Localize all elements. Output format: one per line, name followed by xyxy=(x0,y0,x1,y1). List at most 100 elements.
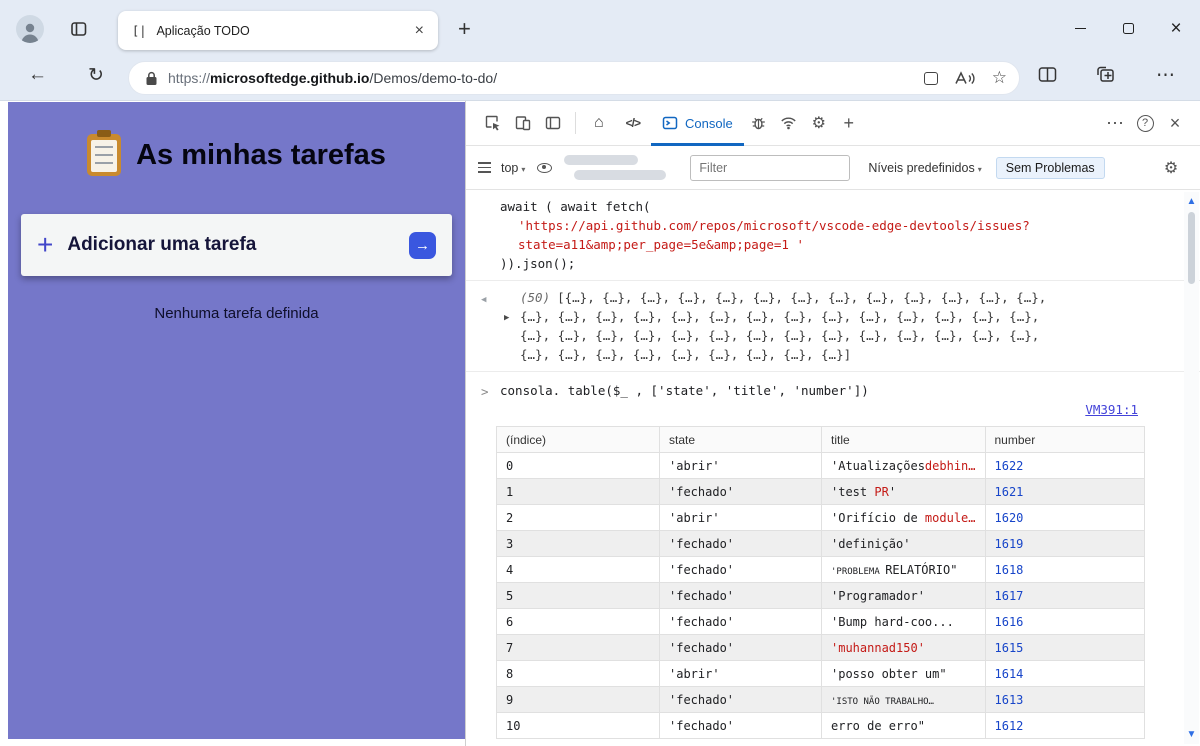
column-header-index[interactable]: (índice) xyxy=(496,426,660,453)
tab-close-icon[interactable]: × xyxy=(413,22,426,40)
cell-index: 10 xyxy=(496,712,660,739)
tab-title: Aplicação TODO xyxy=(156,23,250,38)
panel-layout-icon[interactable] xyxy=(538,107,568,139)
minimize-button[interactable] xyxy=(1056,0,1104,57)
toolbar-divider xyxy=(575,112,576,134)
close-devtools-icon[interactable]: × xyxy=(1160,107,1190,139)
console-settings-gear-icon[interactable]: ⚙ xyxy=(1156,152,1186,184)
console-sidebar-icon[interactable] xyxy=(478,162,491,173)
sources-icon: </> xyxy=(625,116,641,130)
title-segment: ' xyxy=(888,484,897,499)
todo-app-panel: As minhas tarefas + Adicionar uma tarefa… xyxy=(8,102,465,739)
title-segment: 'Bump hard-coo... xyxy=(831,614,954,629)
help-glyph: ? xyxy=(1136,114,1154,132)
cell-number: 1620 xyxy=(984,504,1145,531)
split-screen-icon[interactable] xyxy=(1038,66,1057,88)
cell-state: 'fechado' xyxy=(659,712,822,739)
cell-state: 'fechado' xyxy=(659,478,822,505)
page-box-icon[interactable] xyxy=(923,71,938,85)
cell-number: 1613 xyxy=(984,686,1145,713)
back-button[interactable]: ← xyxy=(28,64,47,86)
add-task-button[interactable]: + Adicionar uma tarefa → xyxy=(21,214,452,276)
table-row: 9'fechado' 'ISTO NÃO TRABALHO… 1613 xyxy=(496,686,1145,713)
browser-tab-strip: [| Aplicação TODO × + × xyxy=(0,0,1200,57)
filter-input[interactable] xyxy=(690,154,851,181)
cell-index: 0 xyxy=(496,452,660,479)
app-title: As minhas tarefas xyxy=(136,138,386,171)
close-window-button[interactable]: × xyxy=(1152,0,1200,57)
settings-gear-icon[interactable]: ⚙ xyxy=(804,107,834,139)
scroll-down-icon[interactable]: ▼ xyxy=(1187,729,1197,740)
collections-icon[interactable] xyxy=(1096,66,1115,88)
issues-table-body: 0'abrir' 'Atualizaçõesdebhin… 1622 1'fechad… xyxy=(496,452,1145,739)
tab-sources[interactable]: </> xyxy=(615,101,651,146)
help-icon[interactable]: ? xyxy=(1130,107,1160,139)
cell-state: 'fechado' xyxy=(659,686,822,713)
new-tab-button[interactable]: + xyxy=(458,16,471,42)
device-toolbar-icon[interactable] xyxy=(508,107,538,139)
expand-triangle-icon[interactable]: ▶ xyxy=(504,309,509,328)
inspect-element-icon[interactable] xyxy=(478,107,508,139)
maximize-button[interactable] xyxy=(1104,0,1152,57)
title-segment: 'posso obter um" xyxy=(831,666,947,681)
column-header-title[interactable]: title xyxy=(821,426,986,453)
source-link[interactable]: VM391:1 xyxy=(1085,402,1138,417)
issues-button[interactable]: Sem Problemas xyxy=(995,156,1105,179)
console-command: await ( await fetch( 'https://api.github… xyxy=(466,190,1200,281)
cell-state: 'abrir' xyxy=(659,452,822,479)
title-segment: 'PROBLEMA xyxy=(831,566,886,577)
scroll-up-icon[interactable]: ▲ xyxy=(1187,196,1197,207)
log-levels-dropdown[interactable]: Níveis predefinidos ▾ xyxy=(868,161,981,175)
browser-menu-icon[interactable]: ⋯ xyxy=(1156,64,1176,87)
url-path: /Demos/demo-to-do/ xyxy=(369,70,498,86)
cell-index: 7 xyxy=(496,634,660,661)
add-tools-icon[interactable]: + xyxy=(834,107,864,139)
table-row: 3'fechado' 'definição' 1619 xyxy=(496,530,1145,557)
network-conditions-wifi-icon[interactable] xyxy=(774,107,804,139)
cell-state: 'abrir' xyxy=(659,504,822,531)
column-header-number[interactable]: number xyxy=(984,426,1145,453)
workspaces-icon[interactable] xyxy=(70,20,88,43)
read-aloud-glyph xyxy=(955,71,975,84)
url-text: https://microsoftedge.github.io/Demos/de… xyxy=(168,70,908,86)
title-segment: 'Atualizações xyxy=(831,458,925,473)
cell-number: 1618 xyxy=(984,556,1145,583)
cell-title: 'Programador' xyxy=(821,582,986,609)
devtools-scrollbar[interactable]: ▲ ▼ xyxy=(1184,192,1199,744)
devtools-panel: ⌂ </> Console ⚙ + ⋯ ? × top ▾ Filter Nív… xyxy=(465,101,1200,746)
submit-task-button[interactable]: → xyxy=(409,231,436,259)
title-segment: 'muhannad150' xyxy=(831,640,925,655)
command-line: )).json(); xyxy=(500,256,576,271)
cell-number: 1616 xyxy=(984,608,1145,635)
cell-title: 'definição' xyxy=(821,530,986,557)
command-line: consola. table($_ , ['state', 'title', '… xyxy=(500,383,869,398)
column-header-state[interactable]: state xyxy=(659,426,822,453)
read-aloud-icon[interactable] xyxy=(954,70,976,86)
address-bar[interactable]: https://microsoftedge.github.io/Demos/de… xyxy=(128,61,1020,95)
tab-welcome[interactable]: ⌂ xyxy=(583,101,615,146)
tab-console[interactable]: Console xyxy=(651,101,744,146)
box-glyph xyxy=(923,71,938,85)
console-table: (índice) state title number 0'abrir' 'Atu… xyxy=(496,426,1145,739)
context-selector[interactable]: top ▾ xyxy=(501,161,525,175)
result-line: (50) [{…}, {…}, {…}, {…}, {…}, {…}, {…}, … xyxy=(520,288,1192,307)
more-options-icon[interactable]: ⋯ xyxy=(1100,107,1130,139)
title-segment: 'test xyxy=(831,484,875,499)
minimize-icon xyxy=(1074,27,1086,30)
title-segment: RELATÓRIO" xyxy=(885,562,958,577)
favorites-star-icon[interactable]: ☆ xyxy=(992,68,1007,88)
browser-tab[interactable]: [| Aplicação TODO × xyxy=(118,11,438,50)
table-row: 1'fechado''test PR' 1621 xyxy=(496,478,1145,505)
bug-icon[interactable] xyxy=(744,107,774,139)
cell-title: 'ISTO NÃO TRABALHO… xyxy=(821,686,986,713)
star-glyph: ☆ xyxy=(991,68,1007,87)
refresh-button[interactable]: ↻ xyxy=(88,64,104,87)
live-expression-eye-icon[interactable] xyxy=(537,162,553,173)
cell-title: erro de erro" xyxy=(821,712,986,739)
result-line: {…}, {…}, {…}, {…}, {…}, {…}, {…}, {…}, … xyxy=(520,328,1040,343)
profile-avatar[interactable] xyxy=(16,15,44,43)
command-string-line: 'https://api.github.com/repos/microsoft/… xyxy=(518,218,1030,233)
scrollbar-thumb[interactable] xyxy=(1188,212,1195,284)
prompt-chevron-icon: > xyxy=(481,384,489,399)
close-icon: × xyxy=(1170,18,1182,39)
